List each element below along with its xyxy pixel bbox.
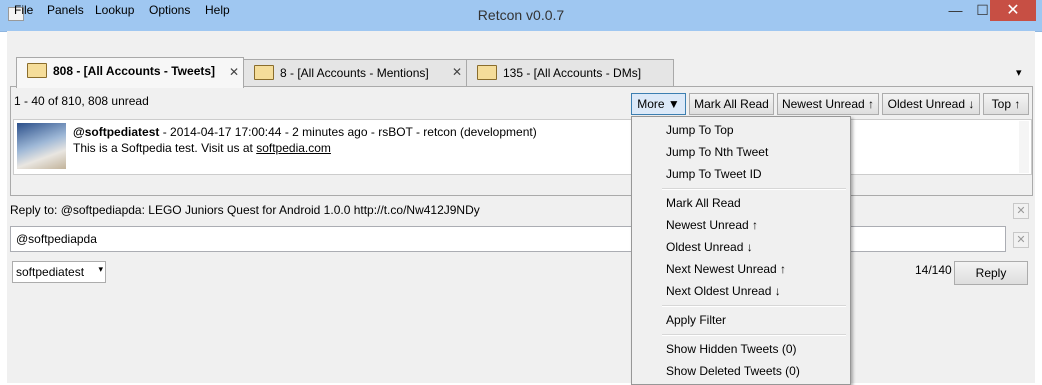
reply-button[interactable]: Reply [954, 261, 1028, 285]
menu-separator [662, 334, 846, 336]
menu-item-next-oldest-unread[interactable]: Next Oldest Unread ↓ [666, 284, 781, 298]
tab-mentions[interactable]: 8 - [All Accounts - Mentions] ✕ [243, 59, 467, 86]
tweet-meta: - 2014-04-17 17:00:44 - 2 minutes ago - … [159, 125, 537, 139]
menu-item-apply-filter[interactable]: Apply Filter [666, 313, 726, 327]
menu-item-jump-to-top[interactable]: Jump To Top [666, 123, 734, 137]
account-select[interactable]: softpediatest ▾ [12, 261, 106, 283]
menu-lookup[interactable]: Lookup [95, 3, 134, 17]
menu-item-show-hidden-tweets[interactable]: Show Hidden Tweets (0) [666, 342, 797, 356]
newest-unread-button[interactable]: Newest Unread ↑ [777, 93, 879, 115]
tweet-body: This is a Softpedia test. Visit us at [73, 141, 257, 155]
tweet-link[interactable]: softpedia.com [256, 141, 331, 155]
tab-overflow-icon[interactable]: ▾ [1016, 66, 1022, 79]
menu-help[interactable]: Help [205, 3, 230, 17]
menu-file[interactable]: File [14, 3, 33, 17]
reply-to-label: Reply to: @softpediapda: LEGO Juniors Qu… [10, 203, 480, 217]
menu-options[interactable]: Options [149, 3, 190, 17]
tab-dms[interactable]: 135 - [All Accounts - DMs] [466, 59, 674, 86]
more-button[interactable]: More ▼ [631, 93, 686, 115]
menu-item-jump-to-nth-tweet[interactable]: Jump To Nth Tweet [666, 145, 768, 159]
oldest-unread-button[interactable]: Oldest Unread ↓ [882, 93, 980, 115]
menu-item-next-newest-unread[interactable]: Next Newest Unread ↑ [666, 262, 786, 276]
menu-bar [7, 31, 1035, 51]
menu-separator [662, 188, 846, 190]
more-dropdown-menu: Jump To Top Jump To Nth Tweet Jump To Tw… [631, 116, 851, 385]
char-count: 14/140 [915, 263, 952, 277]
tweet-username[interactable]: @softpediatest [73, 125, 159, 139]
tweet-count-status: 1 - 40 of 810, 808 unread [14, 94, 149, 108]
close-tab-icon[interactable]: ✕ [229, 65, 239, 79]
menu-item-newest-unread[interactable]: Newest Unread ↑ [666, 218, 758, 232]
tweet-scrollbar[interactable] [1019, 121, 1029, 173]
envelope-icon [254, 65, 274, 80]
reply-input-value: @softpediapda [16, 232, 97, 246]
tab-tweets[interactable]: 808 - [All Accounts - Tweets] ✕ [16, 57, 244, 88]
minimize-button[interactable]: — [942, 0, 969, 21]
account-select-value: softpediatest [16, 265, 85, 279]
menu-item-show-deleted-tweets[interactable]: Show Deleted Tweets (0) [666, 364, 800, 378]
close-tab-icon[interactable]: ✕ [452, 65, 462, 79]
close-window-button[interactable]: ✕ [990, 0, 1036, 21]
menu-item-mark-all-read[interactable]: Mark All Read [666, 196, 741, 210]
reply-input[interactable]: @softpediapda [10, 226, 1006, 252]
menu-panels[interactable]: Panels [47, 3, 84, 17]
menu-separator [662, 305, 846, 307]
menu-item-oldest-unread[interactable]: Oldest Unread ↓ [666, 240, 753, 254]
tab-mentions-label: 8 - [All Accounts - Mentions] [280, 66, 429, 80]
tab-tweets-label: 808 - [All Accounts - Tweets] [53, 64, 216, 78]
clear-reply-to-icon[interactable]: ✕ [1013, 203, 1029, 219]
envelope-icon [477, 65, 497, 80]
tab-dms-label: 135 - [All Accounts - DMs] [503, 66, 642, 80]
clear-input-icon[interactable]: ✕ [1013, 232, 1029, 248]
mark-all-read-button[interactable]: Mark All Read [689, 93, 774, 115]
top-button[interactable]: Top ↑ [983, 93, 1029, 115]
tweet-header: @softpediatest - 2014-04-17 17:00:44 - 2… [73, 125, 537, 139]
tweet-text: This is a Softpedia test. Visit us at so… [73, 141, 331, 155]
avatar[interactable] [17, 123, 66, 169]
chevron-down-icon: ▾ [98, 264, 103, 274]
envelope-icon [27, 63, 47, 78]
menu-item-jump-to-tweet-id[interactable]: Jump To Tweet ID [666, 167, 762, 181]
